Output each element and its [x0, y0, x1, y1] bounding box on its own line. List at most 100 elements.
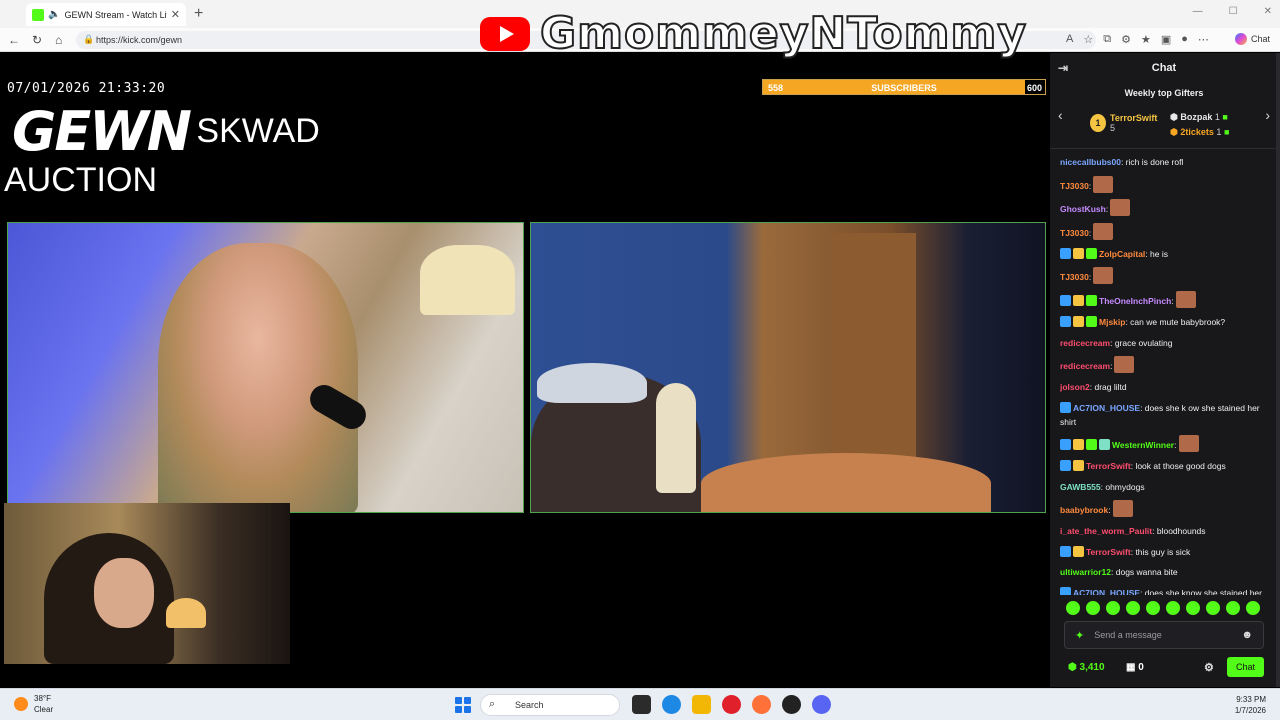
new-tab-button[interactable]: +: [194, 5, 203, 23]
collapse-chat-icon[interactable]: ⇥: [1058, 61, 1068, 75]
chat-username[interactable]: ultiwarrior12: [1060, 567, 1111, 577]
discord-icon[interactable]: [812, 695, 831, 714]
user-badge-icon[interactable]: [1060, 247, 1071, 259]
chat-username[interactable]: redicecream: [1060, 361, 1110, 371]
emote-image-icon[interactable]: [1178, 435, 1199, 453]
start-button-icon[interactable]: [455, 697, 471, 713]
emote-image-icon[interactable]: [1175, 291, 1196, 309]
chevron-left-icon[interactable]: ‹: [1058, 107, 1063, 123]
chat-username[interactable]: nicecallbubs00: [1060, 157, 1121, 167]
user-badge-icon[interactable]: [1086, 247, 1097, 259]
home-icon[interactable]: ⌂: [55, 33, 62, 47]
chat-username[interactable]: GhostKush: [1060, 204, 1106, 214]
browser-tab[interactable]: 🔈 GEWN Stream - Watch Live on Kick ✕: [26, 3, 186, 26]
chat-username[interactable]: TheOneInchPinch: [1099, 296, 1171, 306]
emote-icon[interactable]: [1106, 601, 1120, 615]
user-badge-icon[interactable]: [1060, 587, 1071, 595]
chat-username[interactable]: baabybrook: [1060, 505, 1108, 515]
chat-username[interactable]: jolson2: [1060, 382, 1090, 392]
profile-icon[interactable]: ●: [1181, 33, 1188, 46]
taskbar-search[interactable]: ⌕ Search: [480, 694, 620, 716]
emoji-icon[interactable]: ☻: [1241, 629, 1253, 641]
user-badge-icon[interactable]: [1060, 401, 1071, 413]
emote-image-icon[interactable]: [1093, 267, 1114, 285]
emote-icon[interactable]: [1126, 601, 1140, 615]
emote-icon[interactable]: [1206, 601, 1220, 615]
chevron-right-icon[interactable]: ›: [1265, 107, 1270, 123]
file-explorer-icon[interactable]: [692, 695, 711, 714]
favorite-star-icon[interactable]: ☆: [1083, 33, 1093, 46]
chat-username[interactable]: ZolpCapital: [1099, 249, 1145, 259]
user-badge-icon[interactable]: [1073, 459, 1084, 471]
system-clock[interactable]: 9:33 PM 1/7/2026: [1235, 694, 1266, 716]
chat-username[interactable]: i_ate_the_worm_Paulit: [1060, 526, 1152, 536]
gifter-second[interactable]: ⬢ Bozpak 1 ■: [1170, 110, 1229, 125]
favorites-icon[interactable]: ★: [1141, 33, 1151, 46]
chat-username[interactable]: WesternWinner: [1112, 440, 1174, 450]
close-tab-icon[interactable]: ✕: [171, 8, 180, 21]
user-badge-icon[interactable]: [1086, 315, 1097, 327]
video-player[interactable]: 07/01/2026 21:33:20 GEWN SKWAD AUCTION 5…: [0, 53, 1050, 687]
chat-username[interactable]: TerrorSwift: [1086, 547, 1131, 557]
user-badge-icon[interactable]: [1073, 545, 1084, 557]
edge-icon[interactable]: [662, 695, 681, 714]
channel-points[interactable]: ⬢ 3,410: [1068, 662, 1105, 673]
chat-username[interactable]: AC7ION_HOUSE: [1073, 403, 1140, 413]
chat-messages[interactable]: nicecallbubs00: rich is done rofl TJ3030:…: [1060, 155, 1272, 595]
maximize-icon[interactable]: ☐: [1229, 6, 1238, 17]
user-badge-icon[interactable]: [1060, 545, 1071, 557]
read-aloud-icon[interactable]: A: [1066, 33, 1073, 46]
page-scrollbar[interactable]: [1276, 53, 1280, 687]
emote-icon[interactable]: [1086, 601, 1100, 615]
emote-icon[interactable]: [1186, 601, 1200, 615]
back-icon[interactable]: ←: [8, 33, 20, 47]
send-chat-button[interactable]: Chat: [1227, 657, 1264, 677]
minimize-icon[interactable]: —: [1193, 6, 1203, 17]
task-view-icon[interactable]: [632, 695, 651, 714]
firefox-icon[interactable]: [752, 695, 771, 714]
emote-image-icon[interactable]: [1110, 199, 1131, 217]
user-badge-icon[interactable]: [1073, 247, 1084, 259]
user-badge-icon[interactable]: [1099, 439, 1110, 451]
user-badge-icon[interactable]: [1086, 439, 1097, 451]
user-badge-icon[interactable]: [1073, 439, 1084, 451]
collections-icon[interactable]: ▣: [1161, 33, 1171, 46]
sparkle-icon[interactable]: ✦: [1075, 629, 1084, 642]
emote-icon[interactable]: [1246, 601, 1260, 615]
split-screen-icon[interactable]: ⧉: [1103, 33, 1111, 46]
gifter-third[interactable]: ⬢ 2tickets 1 ■: [1170, 125, 1229, 140]
user-badge-icon[interactable]: [1060, 295, 1071, 307]
chat-username[interactable]: Mjskip: [1099, 317, 1125, 327]
more-icon[interactable]: ⋯: [1198, 33, 1209, 46]
chat-username[interactable]: GAWB555: [1060, 482, 1101, 492]
user-badge-icon[interactable]: [1073, 315, 1084, 327]
chat-username[interactable]: TJ3030: [1060, 272, 1089, 282]
opera-icon[interactable]: [722, 695, 741, 714]
emote-image-icon[interactable]: [1112, 500, 1133, 518]
user-badge-icon[interactable]: [1060, 439, 1071, 451]
chat-username[interactable]: redicecream: [1060, 338, 1110, 348]
emote-image-icon[interactable]: [1093, 223, 1114, 241]
emote-icon[interactable]: [1066, 601, 1080, 615]
user-badge-icon[interactable]: [1086, 295, 1097, 307]
user-badge-icon[interactable]: [1060, 459, 1071, 471]
emote-icon[interactable]: [1226, 601, 1240, 615]
user-badge-icon[interactable]: [1060, 315, 1071, 327]
user-badge-icon[interactable]: [1073, 295, 1084, 307]
chat-username[interactable]: TJ3030: [1060, 228, 1089, 238]
message-input[interactable]: ✦ Send a message ☻: [1064, 621, 1264, 649]
speaker-icon[interactable]: 🔈: [48, 9, 60, 20]
gift-count[interactable]: ▦ 0: [1126, 662, 1144, 673]
gifter-first[interactable]: 1 TerrorSwift 5: [1090, 113, 1157, 133]
close-window-icon[interactable]: ✕: [1264, 6, 1272, 17]
emote-icon[interactable]: [1166, 601, 1180, 615]
settings-gear-icon[interactable]: ⚙: [1204, 661, 1214, 674]
emote-icon[interactable]: [1146, 601, 1160, 615]
emote-image-icon[interactable]: [1114, 356, 1135, 374]
chat-username[interactable]: TerrorSwift: [1086, 461, 1131, 471]
emote-image-icon[interactable]: [1093, 175, 1114, 193]
extensions-icon[interactable]: ⚙: [1121, 33, 1131, 46]
refresh-icon[interactable]: ↻: [32, 33, 42, 47]
obs-icon[interactable]: [782, 695, 801, 714]
weather-widget[interactable]: 38°F Clear: [14, 693, 53, 715]
